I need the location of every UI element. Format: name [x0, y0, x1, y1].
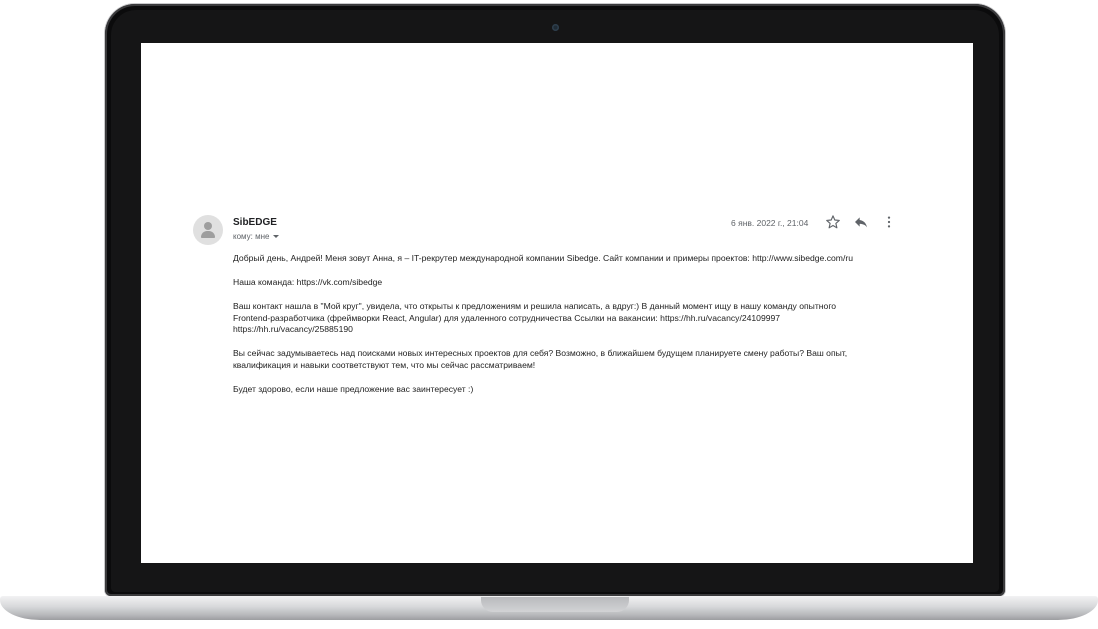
- recipient-label: кому: мне: [233, 232, 270, 241]
- more-vertical-icon[interactable]: [881, 214, 897, 230]
- message-paragraph: Вы сейчас задумываетесь над поисками нов…: [233, 348, 848, 371]
- message-paragraph: Ваш контакт нашла в "Мой круг", увидела,…: [233, 301, 837, 335]
- message-paragraph: Будет здорово, если наше предложение вас…: [233, 384, 474, 395]
- recipient-details-toggle[interactable]: кому: мне: [233, 232, 280, 241]
- message-body: Добрый день, Андрей! Меня зовут Анна, я …: [233, 253, 923, 408]
- webcam: [552, 24, 559, 31]
- email-date: 6 янв. 2022 г., 21:04: [731, 218, 809, 228]
- email-view: SibEDGE кому: мне 6 янв. 2022 г., 21:04 …: [141, 43, 973, 563]
- caret-down-icon: [273, 235, 280, 238]
- laptop-opening-notch: [481, 597, 629, 612]
- message-paragraph: Наша команда: https://vk.com/sibedge: [233, 277, 383, 288]
- star-icon[interactable]: [825, 214, 841, 230]
- person-icon: [193, 215, 223, 245]
- message-paragraph: Добрый день, Андрей! Меня зовут Анна, я …: [233, 253, 853, 263]
- reply-icon[interactable]: [853, 214, 869, 230]
- sender-name: SibEDGE: [233, 217, 277, 228]
